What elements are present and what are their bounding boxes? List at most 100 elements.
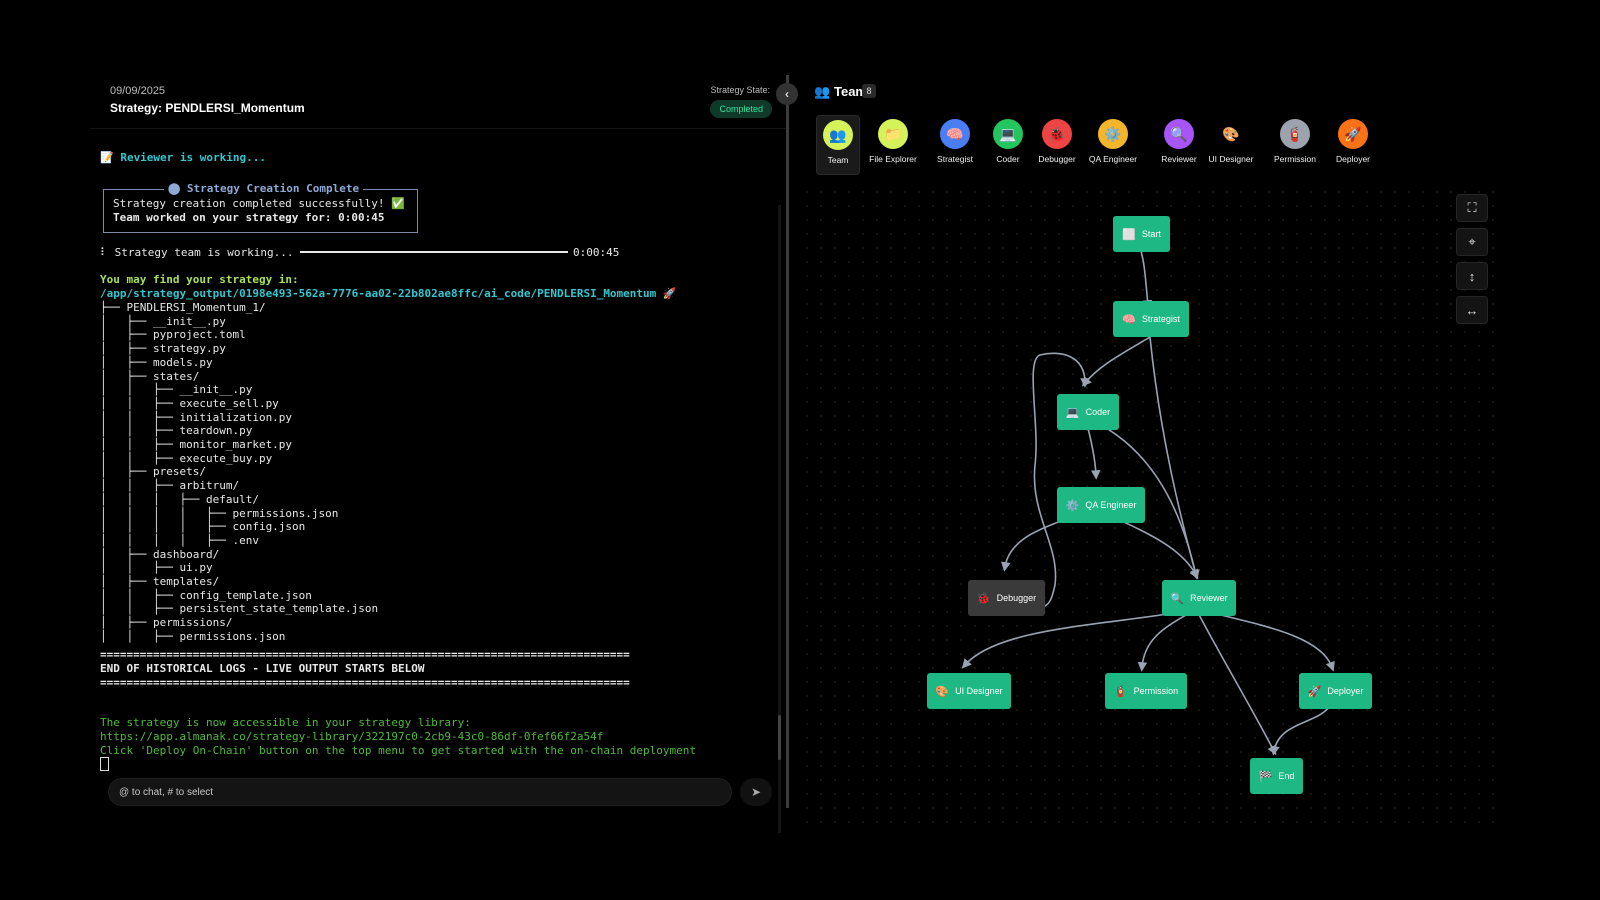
- library-url[interactable]: https://app.almanak.co/strategy-library/…: [100, 730, 603, 744]
- edge-start-strategist: [1139, 246, 1153, 310]
- file-tree-line: │ │ ├── initialization.py: [100, 410, 293, 424]
- edge-strategist-coder: [1081, 336, 1151, 387]
- file-tree-line: │ │ ├── ui.py: [100, 561, 213, 575]
- agent-team[interactable]: 👥 Team: [816, 115, 860, 175]
- team-count-badge: 8: [862, 84, 876, 98]
- agent-qa-engineer[interactable]: ⚙️ QA Engineer: [1086, 115, 1140, 173]
- file-tree-line: │ │ ├── execute_sell.py: [100, 396, 279, 410]
- qa-engineer-icon: ⚙️: [1098, 119, 1128, 149]
- strategy-title: Strategy: PENDLERSI_Momentum: [110, 101, 305, 115]
- checkered-flag-icon: 🏁: [1258, 770, 1273, 783]
- output-location-label: You may find your strategy in:: [100, 273, 299, 286]
- reviewer-icon: 🔍: [1164, 119, 1194, 149]
- header-divider: [90, 128, 790, 129]
- agent-ui-designer[interactable]: 🎨 UI Designer: [1204, 115, 1258, 173]
- agent-permission[interactable]: 🧯 Permission: [1268, 115, 1322, 173]
- node-coder[interactable]: 💻 Coder: [1057, 394, 1119, 430]
- fit-view-button[interactable]: ⌖: [1456, 228, 1488, 256]
- horizontal-arrows-icon: ↔: [1465, 302, 1479, 318]
- file-tree-line: │ ├── __init__.py: [100, 314, 226, 328]
- file-tree-line: │ │ │ ├── default/: [100, 492, 259, 506]
- horizontal-layout-button[interactable]: ↔: [1456, 296, 1488, 324]
- gear-icon: ⚙️: [1065, 499, 1080, 512]
- node-reviewer[interactable]: 🔍 Reviewer: [1162, 580, 1236, 616]
- extinguisher-icon: 🧯: [1113, 685, 1128, 698]
- node-label: Deployer: [1327, 686, 1364, 696]
- node-ui-designer[interactable]: 🎨 UI Designer: [927, 673, 1011, 709]
- file-tree-line: │ ├── states/: [100, 369, 200, 383]
- bug-icon: 🐞: [976, 592, 991, 605]
- node-label: Debugger: [996, 593, 1037, 603]
- file-tree-line: │ │ │ │ ├── permissions.json: [100, 506, 339, 520]
- strategy-state-label: Strategy State:: [710, 85, 770, 95]
- node-debugger[interactable]: 🐞 Debugger: [968, 580, 1045, 616]
- progress-time: 0:00:45: [573, 246, 620, 259]
- vertical-arrows-icon: ↕: [1468, 268, 1476, 284]
- file-tree-line: │ ├── pyproject.toml: [100, 328, 246, 342]
- deployer-icon: 🚀: [1338, 119, 1368, 149]
- strategy-date: 09/09/2025: [110, 85, 166, 97]
- agent-coder[interactable]: 💻 Coder: [981, 115, 1035, 173]
- node-label: QA Engineer: [1085, 500, 1137, 510]
- workflow-canvas[interactable]: ⬜ Start 🧠 Strategist 💻 Coder ⚙️ QA Engin…: [800, 185, 1500, 825]
- file-tree-line: ├── PENDLERSI_Momentum_1/: [100, 301, 266, 314]
- file-explorer-icon: 📁: [878, 119, 908, 149]
- agent-file-explorer[interactable]: 📁 File Explorer: [866, 115, 920, 173]
- edge-reviewer-permission: [1137, 608, 1197, 672]
- app-window: 09/09/2025 Strategy: PENDLERSI_Momentum …: [90, 75, 1500, 833]
- agent-deployer[interactable]: 🚀 Deployer: [1326, 115, 1380, 173]
- team-panel: 👥 Team 8 👥 Team 📁 File Explorer 🧠 Strategist 💻 C…: [800, 75, 1500, 825]
- agent-label: QA Engineer: [1088, 154, 1138, 164]
- panel-divider[interactable]: [786, 75, 789, 808]
- file-tree-line: │ │ ├── teardown.py: [100, 424, 253, 438]
- completion-message: Strategy creation completed successfully…: [113, 197, 405, 210]
- file-tree-line: │ ├── strategy.py: [100, 342, 226, 356]
- agent-reviewer[interactable]: 🔍 Reviewer: [1152, 115, 1206, 173]
- progress-bar: [300, 251, 568, 253]
- strategist-icon: 🧠: [940, 119, 970, 149]
- completion-duration: Team worked on your strategy for: 0:00:4…: [113, 211, 385, 224]
- file-tree-line: │ │ ├── persistent_state_template.json: [100, 602, 379, 616]
- node-label: Reviewer: [1190, 593, 1228, 603]
- agent-status-line: 📝 Reviewer is working...: [100, 151, 267, 164]
- collapse-panel-button[interactable]: ‹: [776, 83, 798, 105]
- separator-bottom: ========================================…: [100, 676, 630, 689]
- people-icon: 👥: [814, 84, 831, 99]
- strategy-state-badge: Completed: [710, 100, 772, 118]
- node-permission[interactable]: 🧯 Permission: [1105, 673, 1187, 709]
- send-button[interactable]: ➤: [740, 778, 772, 806]
- edge-reviewer-ui: [961, 608, 1197, 669]
- file-tree-line: │ │ │ │ ├── config.json: [100, 520, 306, 534]
- edge-debugger-coder: [1004, 352, 1090, 609]
- rocket-icon: 🚀: [1307, 685, 1322, 698]
- agent-label: Reviewer: [1161, 154, 1197, 164]
- completion-box: ⬤ Strategy Creation Complete Strategy cr…: [103, 182, 418, 233]
- file-tree-line: │ │ ├── execute_buy.py: [100, 451, 273, 465]
- coder-icon: 💻: [993, 119, 1023, 149]
- chat-input[interactable]: @ to chat, # to select: [108, 778, 732, 806]
- agent-strategist[interactable]: 🧠 Strategist: [928, 115, 982, 173]
- node-end[interactable]: 🏁 End: [1250, 758, 1303, 794]
- node-strategist[interactable]: 🧠 Strategist: [1113, 301, 1189, 337]
- vertical-layout-button[interactable]: ↕: [1456, 262, 1488, 290]
- node-qa-engineer[interactable]: ⚙️ QA Engineer: [1057, 487, 1145, 523]
- file-tree-line: │ │ ├── config_template.json: [100, 588, 312, 602]
- completion-box-title: ⬤ Strategy Creation Complete: [164, 182, 364, 196]
- team-header: 👥 Team: [814, 84, 867, 100]
- agent-debugger[interactable]: 🐞 Debugger: [1030, 115, 1084, 173]
- agent-label: Deployer: [1335, 154, 1371, 164]
- agent-label: Team: [827, 155, 849, 165]
- node-deployer[interactable]: 🚀 Deployer: [1299, 673, 1372, 709]
- edge-deployer-end: [1270, 702, 1333, 756]
- fullscreen-button[interactable]: ⛶: [1456, 194, 1488, 222]
- focus-icon: ⌖: [1468, 234, 1476, 249]
- file-tree-line: │ ├── permissions/: [100, 616, 233, 630]
- terminal-cursor: [100, 757, 109, 771]
- node-label: Coder: [1085, 407, 1111, 417]
- node-label: Permission: [1133, 686, 1179, 696]
- node-start[interactable]: ⬜ Start: [1113, 216, 1170, 252]
- send-icon: ➤: [750, 785, 762, 799]
- file-tree-line: │ ├── models.py: [100, 355, 213, 369]
- scrollbar-thumb[interactable]: [778, 715, 781, 760]
- library-message: The strategy is now accessible in your s…: [100, 716, 471, 729]
